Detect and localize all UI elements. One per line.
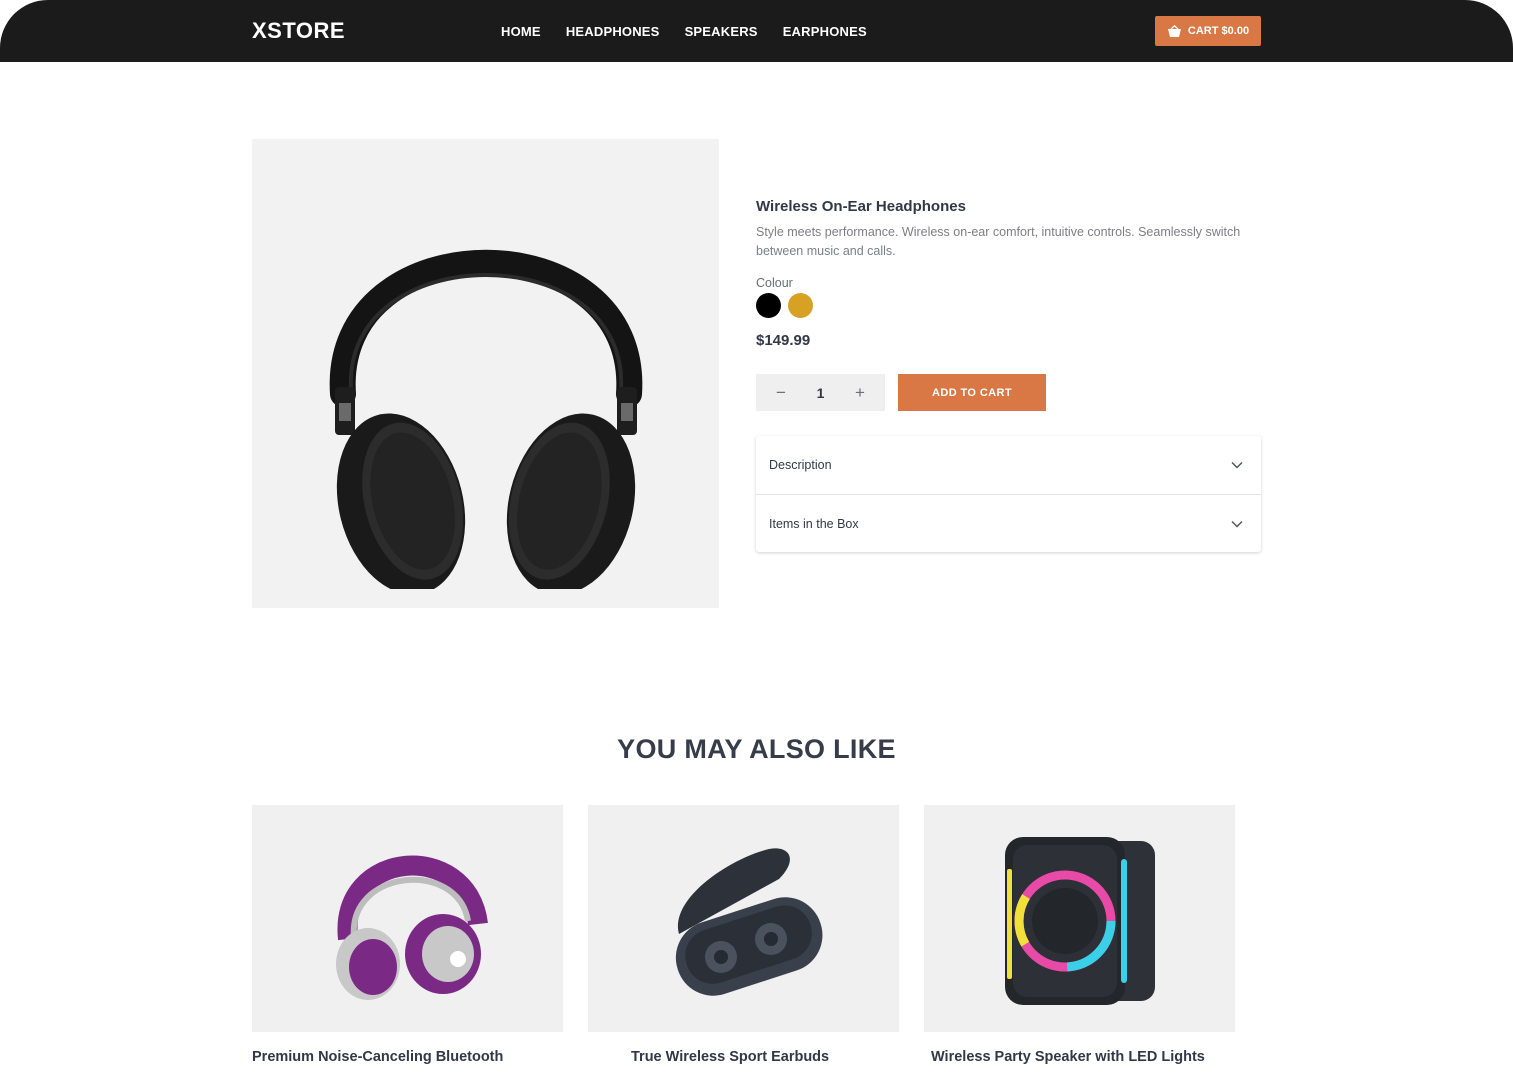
add-to-cart-button[interactable]: ADD TO CART (898, 374, 1046, 411)
headphones-image (329, 249, 642, 589)
colour-swatch-gold[interactable] (788, 293, 813, 318)
top-navigation-bar: XSTORE HOME HEADPHONES SPEAKERS EARPHONE… (0, 0, 1513, 62)
accordion-items-in-box-label: Items in the Box (769, 516, 859, 531)
quantity-stepper: − 1 + (756, 374, 885, 411)
store-logo[interactable]: XSTORE (252, 18, 345, 44)
product-description: Style meets performance. Wireless on-ear… (756, 225, 1241, 258)
colour-swatches (756, 293, 1261, 318)
decrease-quantity-button[interactable]: − (776, 384, 786, 401)
chevron-down-icon (1231, 462, 1243, 469)
nav-speakers[interactable]: SPEAKERS (685, 24, 758, 39)
cart-button[interactable]: CART $0.00 (1155, 16, 1261, 46)
purchase-row: − 1 + ADD TO CART (756, 374, 1046, 411)
product-title: Wireless On-Ear Headphones (756, 198, 966, 215)
quantity-value: 1 (816, 384, 825, 401)
accordion-items-in-box[interactable]: Items in the Box (756, 494, 1261, 552)
related-product-card[interactable]: True Wireless Sport Earbuds (588, 805, 899, 1065)
product-image (252, 139, 719, 608)
party-speaker-image (1004, 836, 1155, 1005)
earbuds-case-image (675, 847, 822, 996)
product-price: $149.99 (756, 332, 811, 349)
related-product-image (252, 805, 563, 1032)
colour-label: Colour (756, 276, 793, 290)
related-section-title: YOU MAY ALSO LIKE (617, 734, 896, 764)
colour-swatch-black[interactable] (756, 293, 781, 318)
increase-quantity-button[interactable]: + (855, 384, 865, 401)
related-product-image (924, 805, 1235, 1032)
nav-headphones[interactable]: HEADPHONES (566, 24, 660, 39)
product-accordion: Description Items in the Box (756, 436, 1261, 552)
accordion-description[interactable]: Description (756, 436, 1261, 494)
related-product-card[interactable]: Wireless Party Speaker with LED Lights (924, 805, 1235, 1065)
nav-earphones[interactable]: EARPHONES (783, 24, 867, 39)
nav-home[interactable]: HOME (501, 24, 541, 39)
purple-headphones-image (335, 855, 488, 1000)
basket-icon (1167, 24, 1181, 37)
related-product-name: Premium Noise-Canceling Bluetooth (252, 1049, 504, 1065)
product-info: Wireless On-Ear Headphones Style meets p… (756, 198, 1261, 349)
related-product-image (588, 805, 899, 1032)
related-product-name: Wireless Party Speaker with LED Lights (931, 1049, 1205, 1065)
chevron-down-icon (1231, 520, 1243, 527)
cart-label: CART $0.00 (1187, 25, 1250, 37)
accordion-description-label: Description (769, 458, 832, 472)
main-nav: HOME HEADPHONES SPEAKERS EARPHONES (501, 24, 867, 39)
related-product-card[interactable]: Premium Noise-Canceling Bluetooth (252, 805, 563, 1065)
related-product-name: True Wireless Sport Earbuds (631, 1049, 830, 1065)
